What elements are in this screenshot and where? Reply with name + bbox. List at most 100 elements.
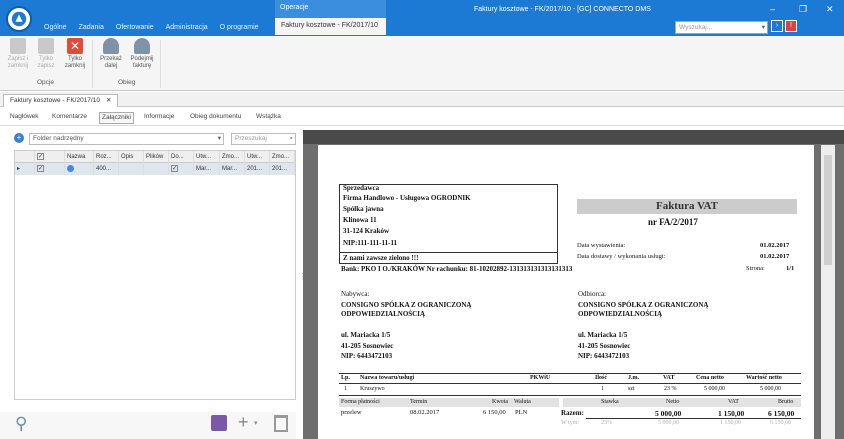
table-row[interactable]: ▸ ✓ 400... ✓ Mar... Mar... 201... 201... [15,163,295,175]
chevron-down-icon[interactable]: ▾ [762,22,765,33]
delivery-date: 01.02.2017 [760,253,790,260]
save-close-button[interactable]: Zapisz i zamknij [3,38,33,70]
breakdown-gross: 6 150,00 [770,420,791,426]
column-header[interactable]: Utw... [245,151,270,163]
ribbon-divider [160,40,161,88]
pay-col: Termin [410,399,428,405]
add-icon[interactable]: + [14,133,24,143]
save-disk-icon[interactable] [211,415,227,431]
sub-tabs: Nagłówek Komentarze Załączniki Informacj… [0,108,844,126]
column-header[interactable]: Nazwa [65,151,94,163]
issue-date: 01.02.2017 [760,242,790,249]
item-unit: szt [628,386,635,392]
column-header[interactable]: Zmo... [220,151,245,163]
tab-faktury-kosztowe[interactable]: Faktury kosztowe - FK/2017/10 [275,18,386,35]
buyer-line: CONSIGNO SPÓŁKA Z OGRANICZONĄ [341,301,472,309]
tab-informacje[interactable]: Informacje [144,112,174,122]
pdf-viewer: Sprzedawca Firma Handlowo - Usługowa OGR… [303,130,844,439]
window-title: Faktury kosztowe - FK/2017/10 - [GC] CON… [474,6,651,13]
tab-komentarze[interactable]: Komentarze [52,112,87,122]
save-icon [38,38,54,54]
add-icon[interactable]: + [238,412,249,433]
cell-extension: 400... [94,163,119,175]
seller-line: 31-124 Kraków [343,227,390,235]
item-vat: 23 % [664,386,677,392]
tab-zadania[interactable]: Zadania [73,21,110,35]
grid-header: ✓ Nazwa Roz... Opis Plików Do... Utw... … [15,151,295,163]
tab-obieg-dokumentu[interactable]: Obieg dokumentu [190,112,241,122]
pay-col: Forma płatności [341,399,380,405]
row-checkbox[interactable]: ✓ [35,163,65,175]
chevron-down-icon[interactable]: ▾ [218,134,221,144]
column-header[interactable]: Do... [169,151,194,163]
restore-icon[interactable]: ❐ [799,4,807,15]
column-header[interactable]: Opis [119,151,144,163]
tab-o-programie[interactable]: O programie [214,21,265,35]
tab-naglowek[interactable]: Nagłówek [10,112,39,122]
take-invoice-button[interactable]: Podejmij fakturę [127,38,157,70]
bank-account: Bank: PKO I O./KRAKÓW Nr rachunku: 81-10… [341,265,573,273]
pay-col: Waluta [514,399,531,405]
tab-ogolne[interactable]: Ogólne [38,21,73,35]
scrollbar-thumb[interactable] [824,155,832,265]
chevron-down-icon[interactable]: ▾ [254,419,258,427]
app-logo[interactable] [6,6,32,32]
trash-icon[interactable] [274,415,288,432]
vat-header-bg [563,398,801,407]
column-header[interactable]: Zmo... [270,151,295,163]
recipient-line: 41-205 Sosnowiec [578,342,631,350]
forward-button[interactable]: Przekaż dalej [96,38,126,70]
zoom-icon[interactable]: ⚲ [15,414,27,434]
breakdown-vat: 1 150,00 [720,420,741,426]
close-button[interactable]: ✕ Tylko zamknij [60,38,90,70]
minimize-icon[interactable]: – [770,4,775,14]
cell-modified: 201... [270,163,295,175]
pay-due: 08.02.2017 [410,409,440,416]
group-obieg: Obieg [118,79,136,86]
attachments-search-input[interactable]: Przeszukaj ⌕ [231,133,296,145]
close-tab-icon[interactable]: ✕ [106,97,111,104]
file-type-icon [65,163,94,175]
save-button[interactable]: Tylko zapisz [31,38,61,70]
folder-select[interactable]: Folder nadrzędny ▾ [29,133,224,145]
item-price: 5 000,00 [704,386,725,392]
seller-line: Firma Handlowo - Usługowa OGRODNIK [343,194,471,202]
bottom-toolbar: ⚲ + ▾ [0,412,296,439]
cell-modified-by: Mar... [220,163,245,175]
forward-user-icon [103,38,119,54]
viewer-toolbar [303,130,844,144]
column-header[interactable]: Utw... [194,151,220,163]
tab-wstazka[interactable]: Wstążka [256,112,281,122]
document-tab[interactable]: Faktury kosztowe - FK/2017/10 ✕ [3,94,119,107]
alert-button[interactable]: ! [785,20,797,32]
buyer-line: ul. Mariacka 1/5 [341,331,391,339]
title-bar: Operacje Ogólne Zadania Ofertowanie Admi… [0,0,844,36]
table-top-line [339,373,801,374]
column-header[interactable]: Plików [144,151,169,163]
seller-label: Sprzedawca [343,184,380,192]
cell-created: 201... [245,163,270,175]
col-value: Wartość netto [746,375,782,381]
tab-zalaczniki[interactable]: Załączniki [99,112,134,124]
search-input[interactable]: Wyszukaj... ▾ [675,21,768,34]
col-lp: Lp. [341,375,350,381]
item-lp: 1 [344,386,347,392]
cell-description [119,163,144,175]
recipient-line: ul. Mariacka 1/5 [578,331,628,339]
close-window-icon[interactable]: ✕ [826,4,834,15]
search-icon[interactable]: ⌕ [289,134,293,144]
recipient-line: NIP: 6443472103 [578,352,630,360]
tab-administracja[interactable]: Administracja [160,21,214,35]
cell-checkbox[interactable]: ✓ [169,163,194,175]
menu-tabs: Ogólne Zadania Ofertowanie Administracja… [38,18,386,35]
tab-ofertowanie[interactable]: Ofertowanie [110,21,160,35]
vat-col: Stawka [601,399,619,405]
document-tab-bar: Faktury kosztowe - FK/2017/10 ✕ [0,92,844,107]
go-button[interactable]: › [771,20,783,32]
table-header-line [339,383,801,384]
cell-created-by: Mar... [194,163,220,175]
scrollbar[interactable] [821,145,835,439]
column-header[interactable]: Roz... [94,151,119,163]
column-header-check[interactable]: ✓ [35,151,65,163]
col-name: Nazwa towaru/usługi [360,375,415,381]
